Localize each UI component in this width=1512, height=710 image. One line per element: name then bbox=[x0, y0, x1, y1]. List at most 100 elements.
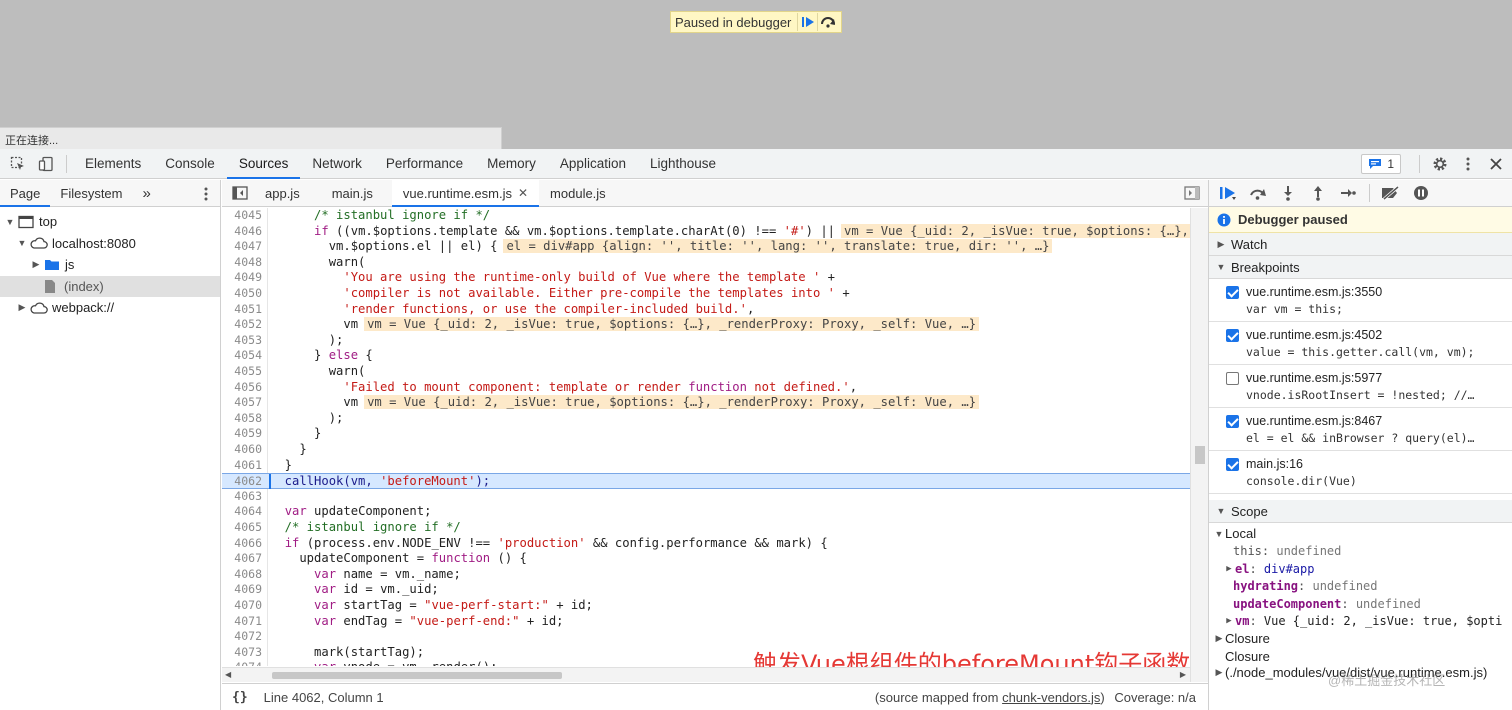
code-line[interactable]: 4070 var startTag = "vue-perf-start:" + … bbox=[222, 598, 1190, 614]
breakpoint-item[interactable]: vue.runtime.esm.js:5977 vnode.isRootInse… bbox=[1209, 365, 1512, 408]
tab-console[interactable]: Console bbox=[153, 149, 227, 179]
code-line[interactable]: 4047 vm.$options.el || el) {el = div#app… bbox=[222, 239, 1190, 255]
breakpoint-checkbox[interactable] bbox=[1226, 329, 1239, 342]
line-number[interactable]: 4048 bbox=[222, 255, 262, 271]
breakpoint-item[interactable]: vue.runtime.esm.js:3550 var vm = this; bbox=[1209, 279, 1512, 322]
line-number[interactable]: 4064 bbox=[222, 504, 262, 520]
step-button[interactable] bbox=[1333, 180, 1363, 207]
tab-application[interactable]: Application bbox=[548, 149, 638, 179]
scope-section-header[interactable]: ▼ Scope bbox=[1209, 500, 1512, 523]
file-tab-vue-runtime[interactable]: vue.runtime.esm.js ✕ bbox=[391, 179, 540, 207]
line-number[interactable]: 4065 bbox=[222, 520, 262, 536]
close-icon[interactable] bbox=[1482, 149, 1510, 179]
vertical-scrollbar[interactable] bbox=[1190, 208, 1208, 682]
breakpoint-location[interactable]: vue.runtime.esm.js:5977 bbox=[1246, 371, 1382, 385]
resume-button[interactable] bbox=[1213, 180, 1243, 207]
breakpoint-checkbox[interactable] bbox=[1226, 415, 1239, 428]
code-line[interactable]: 4069 var id = vm._uid; bbox=[222, 582, 1190, 598]
breakpoint-item[interactable]: vue.runtime.esm.js:4502 value = this.get… bbox=[1209, 322, 1512, 365]
file-tab-module-js[interactable]: module.js bbox=[539, 180, 617, 207]
scope-var-updatecomponent[interactable]: updateComponent: undefined bbox=[1209, 595, 1512, 613]
scroll-right-icon[interactable]: ▶ bbox=[1180, 670, 1186, 679]
line-number[interactable]: 4074 bbox=[222, 660, 262, 666]
code-line[interactable]: 4061 } bbox=[222, 458, 1190, 474]
code-line[interactable]: 4046 if ((vm.$options.template && vm.$op… bbox=[222, 223, 1190, 240]
resume-icon[interactable] bbox=[797, 13, 817, 31]
breakpoint-checkbox[interactable] bbox=[1226, 286, 1239, 299]
file-tab-app-js[interactable]: app.js bbox=[254, 180, 311, 207]
tree-item-index[interactable]: (index) bbox=[0, 275, 220, 297]
toggle-debugger-icon[interactable] bbox=[1184, 186, 1200, 203]
line-number[interactable]: 4052 bbox=[222, 317, 262, 333]
code-line[interactable]: 4059 } bbox=[222, 426, 1190, 442]
nav-tab-filesystem[interactable]: Filesystem bbox=[50, 180, 132, 207]
line-number[interactable]: 4049 bbox=[222, 270, 262, 286]
scope-closure-2[interactable]: Closure bbox=[1209, 648, 1512, 666]
breakpoint-item[interactable]: main.js:16 console.dir(Vue) bbox=[1209, 451, 1512, 494]
code-line[interactable]: 4050 'compiler is not available. Either … bbox=[222, 286, 1190, 302]
line-number[interactable]: 4047 bbox=[222, 239, 262, 255]
line-number[interactable]: 4055 bbox=[222, 364, 262, 380]
breakpoint-location[interactable]: main.js:16 bbox=[1246, 457, 1303, 471]
breakpoints-section-header[interactable]: ▼ Breakpoints bbox=[1209, 256, 1512, 279]
vertical-scroll-thumb[interactable] bbox=[1195, 446, 1205, 464]
code-line[interactable]: 4068 var name = vm._name; bbox=[222, 567, 1190, 583]
line-number[interactable]: 4063 bbox=[222, 489, 262, 505]
code-line[interactable]: 4048 warn( bbox=[222, 255, 1190, 271]
scope-var-vm[interactable]: ▶ vm: Vue {_uid: 2, _isVue: true, $opti bbox=[1209, 613, 1512, 631]
issues-badge[interactable]: 1 bbox=[1361, 154, 1401, 174]
code-line[interactable]: 4058 ); bbox=[222, 411, 1190, 427]
tab-lighthouse[interactable]: Lighthouse bbox=[638, 149, 728, 179]
code-line[interactable]: 4052 vm vm = Vue {_uid: 2, _isVue: true, … bbox=[222, 317, 1190, 333]
code-line[interactable]: 4056 'Failed to mount component: templat… bbox=[222, 380, 1190, 396]
line-number[interactable]: 4058 bbox=[222, 411, 262, 427]
code-line[interactable]: 4055 warn( bbox=[222, 364, 1190, 380]
pause-on-exceptions-button[interactable] bbox=[1406, 180, 1436, 207]
breakpoint-location[interactable]: vue.runtime.esm.js:8467 bbox=[1246, 414, 1382, 428]
code-line-paused[interactable]: 4062 callHook(vm, 'beforeMount'); bbox=[222, 473, 1190, 490]
horizontal-scrollbar[interactable]: ◀ ▶ bbox=[222, 667, 1190, 682]
nav-tab-page[interactable]: Page bbox=[0, 180, 51, 207]
tab-network[interactable]: Network bbox=[300, 149, 374, 179]
line-number[interactable]: 4054 bbox=[222, 348, 262, 364]
gear-icon[interactable] bbox=[1426, 149, 1454, 179]
scroll-left-icon[interactable]: ◀ bbox=[225, 670, 231, 679]
line-number[interactable]: 4056 bbox=[222, 380, 262, 396]
close-tab-icon[interactable]: ✕ bbox=[518, 180, 528, 207]
pretty-print-button[interactable]: {} bbox=[232, 690, 248, 705]
code-line[interactable]: 4053 ); bbox=[222, 333, 1190, 349]
line-number[interactable]: 4073 bbox=[222, 645, 262, 661]
step-over-icon[interactable] bbox=[817, 13, 837, 31]
line-number[interactable]: 4051 bbox=[222, 302, 262, 318]
breakpoint-checkbox[interactable] bbox=[1226, 372, 1239, 385]
line-number[interactable]: 4072 bbox=[222, 629, 262, 645]
source-map-link[interactable]: chunk-vendors.js bbox=[1002, 690, 1100, 705]
code-line[interactable]: 4063 bbox=[222, 489, 1190, 505]
code-line[interactable]: 4049 'You are using the runtime-only bui… bbox=[222, 270, 1190, 286]
more-options-icon[interactable] bbox=[1454, 149, 1482, 179]
tab-performance[interactable]: Performance bbox=[374, 149, 475, 179]
breakpoint-item[interactable]: vue.runtime.esm.js:8467 el = el && inBro… bbox=[1209, 408, 1512, 451]
line-number[interactable]: 4071 bbox=[222, 614, 262, 630]
device-toolbar-icon[interactable] bbox=[32, 149, 60, 179]
code-lines[interactable]: 4045 /* istanbul ignore if */4046 if ((v… bbox=[222, 208, 1190, 666]
line-number[interactable]: 4053 bbox=[222, 333, 262, 349]
code-line[interactable]: 4067 updateComponent = function () { bbox=[222, 551, 1190, 567]
line-number[interactable]: 4068 bbox=[222, 567, 262, 583]
breakpoint-location[interactable]: vue.runtime.esm.js:3550 bbox=[1246, 285, 1382, 299]
tab-memory[interactable]: Memory bbox=[475, 149, 548, 179]
code-line[interactable]: 4064 var updateComponent; bbox=[222, 504, 1190, 520]
line-number[interactable]: 4046 bbox=[222, 224, 262, 240]
file-tab-main-js[interactable]: main.js bbox=[321, 180, 384, 207]
breakpoint-checkbox[interactable] bbox=[1226, 458, 1239, 471]
code-line[interactable]: 4054 } else { bbox=[222, 348, 1190, 364]
tree-item-webpack[interactable]: ▶ webpack:// bbox=[0, 297, 220, 319]
step-over-button[interactable] bbox=[1243, 180, 1273, 207]
step-into-button[interactable] bbox=[1273, 180, 1303, 207]
scope-var-this[interactable]: this: undefined bbox=[1209, 543, 1512, 561]
tree-item-js[interactable]: ▶ js bbox=[0, 254, 220, 276]
tab-sources[interactable]: Sources bbox=[226, 149, 301, 179]
code-line[interactable]: 4071 var endTag = "vue-perf-end:" + id; bbox=[222, 614, 1190, 630]
code-line[interactable]: 4051 'render functions, or use the compi… bbox=[222, 302, 1190, 318]
inspect-element-icon[interactable] bbox=[4, 149, 32, 179]
